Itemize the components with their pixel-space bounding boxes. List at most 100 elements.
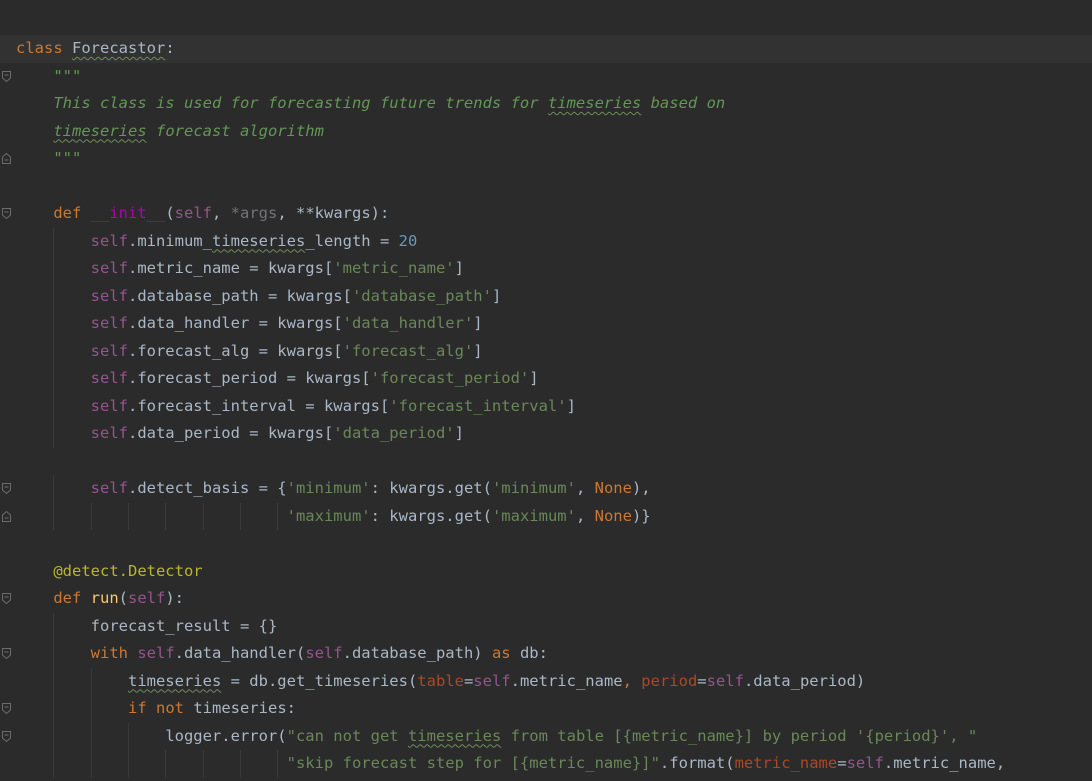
code-token: self (90, 259, 128, 277)
code-line[interactable]: def run(self): (16, 585, 1092, 613)
code-token: ): (370, 204, 390, 222)
indent-guide (53, 392, 55, 420)
code-token: *args (230, 204, 278, 222)
code-line[interactable]: self.minimum_timeseries_length = 20 (16, 227, 1092, 255)
code-token: ] (454, 259, 464, 277)
code-token: , (575, 506, 595, 525)
code-token: = (463, 671, 474, 690)
code-line[interactable]: 'maximum': kwargs.get('maximum', None)} (16, 502, 1092, 530)
indent-guide (277, 502, 279, 530)
spell-check-token: timeseries (53, 121, 147, 140)
code-token: self (846, 754, 884, 772)
code-token: ] (454, 424, 464, 442)
code-line[interactable]: self.metric_name = kwargs['metric_name'] (16, 255, 1092, 283)
indent-guide (53, 667, 55, 695)
code-line[interactable] (16, 448, 1092, 476)
fold-start-icon[interactable] (2, 593, 11, 605)
code-token: 'metric_name' (333, 259, 455, 277)
code-line[interactable]: class Forecastor: (16, 35, 1092, 63)
code-line[interactable]: self.database_path = kwargs['database_pa… (16, 282, 1092, 310)
code-token: """ (53, 66, 82, 85)
code-token: : kwargs.get( (370, 479, 492, 497)
code-line[interactable]: self.data_period = kwargs['data_period'] (16, 420, 1092, 448)
code-line[interactable]: if not timeseries: (16, 695, 1092, 723)
code-line[interactable]: This class is used for forecasting futur… (16, 90, 1092, 118)
code-line[interactable]: forecast_result = {} (16, 612, 1092, 640)
code-area[interactable]: class Forecastor: """ This class is used… (16, 35, 1092, 778)
spell-check-token: Forecastor (72, 39, 166, 57)
code-token: self (174, 204, 212, 222)
code-token: __init__ (90, 204, 166, 222)
indent-guide (239, 750, 241, 778)
code-line[interactable]: def __init__(self, *args, **kwargs): (16, 200, 1092, 228)
code-line[interactable]: @detect.Detector (16, 558, 1092, 586)
fold-end-icon[interactable] (2, 153, 11, 165)
code-token: forecast algorithm (146, 121, 324, 140)
code-token: _length = (305, 231, 399, 250)
code-line[interactable]: self.data_handler = kwargs['data_handler… (16, 310, 1092, 338)
code-token: .metric_name (510, 671, 623, 690)
fold-start-icon[interactable] (2, 730, 11, 742)
indent-guide (90, 502, 92, 530)
code-token: self (473, 671, 511, 690)
code-token: metric_name (734, 754, 838, 772)
indent-guide (165, 750, 167, 778)
code-token: .data_handler( (174, 644, 306, 662)
code-token: 'forecast_period' (370, 369, 530, 387)
fold-start-icon[interactable] (2, 70, 11, 82)
code-token: .data_period) (743, 671, 866, 690)
fold-end-icon[interactable] (2, 510, 11, 522)
fold-start-icon[interactable] (2, 703, 11, 715)
indent-guide (277, 750, 279, 778)
code-token: , (277, 204, 297, 222)
code-line[interactable]: """ (16, 63, 1092, 91)
code-token: .data_handler = kwargs[ (127, 314, 343, 332)
code-line[interactable]: self.forecast_period = kwargs['forecast_… (16, 365, 1092, 393)
code-token: class (16, 39, 63, 57)
indent-guide (239, 502, 241, 530)
code-line[interactable]: "skip forecast step for [{metric_name}]"… (16, 750, 1092, 778)
code-line[interactable]: self.forecast_interval = kwargs['forecas… (16, 392, 1092, 420)
code-token: : (165, 39, 175, 57)
code-token: .metric_name, (883, 754, 1006, 772)
fold-start-icon[interactable] (2, 208, 11, 220)
code-token: self (128, 589, 166, 607)
code-token: forecast_result = {} (90, 616, 278, 635)
code-token: **kwargs (296, 204, 371, 222)
code-token: .forecast_period = kwargs[ (127, 369, 371, 387)
code-token: "can not get (286, 726, 408, 745)
code-line[interactable]: logger.error("can not get timeseries fro… (16, 722, 1092, 750)
code-token: table (417, 671, 464, 690)
code-token: None (594, 506, 632, 525)
code-token: self (305, 644, 343, 662)
spell-check-token: timeseries (407, 726, 502, 745)
code-token: .detect_basis = { (127, 479, 287, 497)
code-token: ] (529, 369, 539, 387)
code-token: .metric_name = kwargs[ (127, 259, 334, 277)
code-line[interactable]: self.detect_basis = {'minimum': kwargs.g… (16, 475, 1092, 503)
code-line[interactable]: self.forecast_alg = kwargs['forecast_alg… (16, 337, 1092, 365)
code-line[interactable]: timeseries = db.get_timeseries(table=sel… (16, 667, 1092, 695)
code-token: self (90, 231, 128, 250)
code-token: .forecast_alg = kwargs[ (127, 341, 343, 360)
code-token: self (90, 369, 128, 387)
code-line[interactable]: """ (16, 145, 1092, 173)
code-line[interactable]: timeseries forecast algorithm (16, 118, 1092, 146)
code-token: def (53, 204, 82, 222)
code-line[interactable] (16, 530, 1092, 558)
code-token: "skip forecast step for [{metric_name}]" (286, 754, 660, 772)
code-line[interactable] (16, 173, 1092, 201)
code-editor[interactable]: class Forecastor: """ This class is used… (0, 0, 1092, 781)
code-token: .format( (659, 754, 735, 772)
code-token: self (90, 286, 128, 305)
spell-check-token: timeseries (127, 671, 222, 690)
indent-guide (202, 502, 204, 530)
code-line[interactable]: with self.data_handler(self.database_pat… (16, 640, 1092, 668)
fold-start-icon[interactable] (2, 483, 11, 495)
code-token: logger.error( (165, 726, 287, 745)
fold-start-icon[interactable] (2, 648, 11, 660)
fold-gutter (0, 0, 16, 781)
